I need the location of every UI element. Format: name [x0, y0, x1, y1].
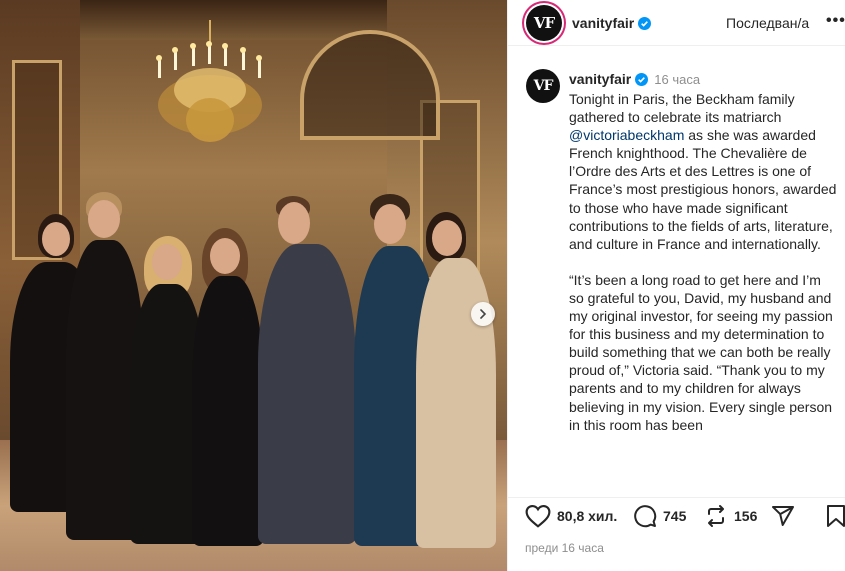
save-button[interactable] [826, 504, 845, 528]
avatar[interactable]: VF [526, 69, 560, 103]
share-icon [772, 506, 794, 526]
like-count: 80,8 хил. [557, 508, 618, 524]
chandelier-image [156, 20, 262, 142]
more-options-icon[interactable]: ••• [826, 12, 845, 30]
header-username[interactable]: vanityfair [572, 15, 652, 31]
mention-link[interactable]: @victoriabeckham [569, 127, 684, 143]
caption-text: Tonight in Paris, the Beckham family gat… [569, 90, 839, 434]
caption-paragraph: “It’s been a long road to get here and I… [569, 271, 833, 433]
action-bar: 80,8 хил. 745 156 [508, 497, 845, 537]
repost-count: 156 [734, 508, 758, 524]
post-timestamp[interactable]: преди 16 часа [525, 541, 604, 555]
verified-badge-icon [635, 73, 649, 86]
caption-header: vanityfair 16 часа [569, 71, 700, 87]
post-side-panel: VF vanityfair Последван/а ••• VF vanityf… [507, 0, 845, 571]
chevron-right-icon [480, 309, 487, 319]
following-button[interactable]: Последван/а [726, 15, 809, 31]
like-button[interactable]: 80,8 хил. [525, 504, 617, 528]
comment-count: 745 [663, 508, 687, 524]
caption-username[interactable]: vanityfair [569, 71, 631, 87]
caption-time[interactable]: 16 часа [654, 72, 700, 87]
comment-button[interactable]: 745 [633, 504, 686, 528]
caption-text-part: as she was awarded French knighthood. Th… [569, 127, 837, 252]
comment-icon [634, 505, 657, 528]
caption-area: VF vanityfair 16 часа Tonight in Paris, … [508, 47, 845, 490]
verified-badge-icon [638, 17, 652, 30]
bookmark-icon [827, 505, 845, 527]
heart-icon [525, 504, 551, 528]
caption-text-part: Tonight in Paris, the Beckham family gat… [569, 91, 795, 126]
avatar[interactable]: VF [526, 5, 562, 41]
repost-button[interactable]: 156 [704, 504, 757, 528]
post-photo[interactable] [0, 0, 507, 571]
next-photo-button[interactable] [471, 302, 495, 326]
repost-icon [708, 505, 724, 527]
share-button[interactable] [771, 504, 795, 528]
post-header: VF vanityfair Последван/а ••• [508, 0, 845, 46]
